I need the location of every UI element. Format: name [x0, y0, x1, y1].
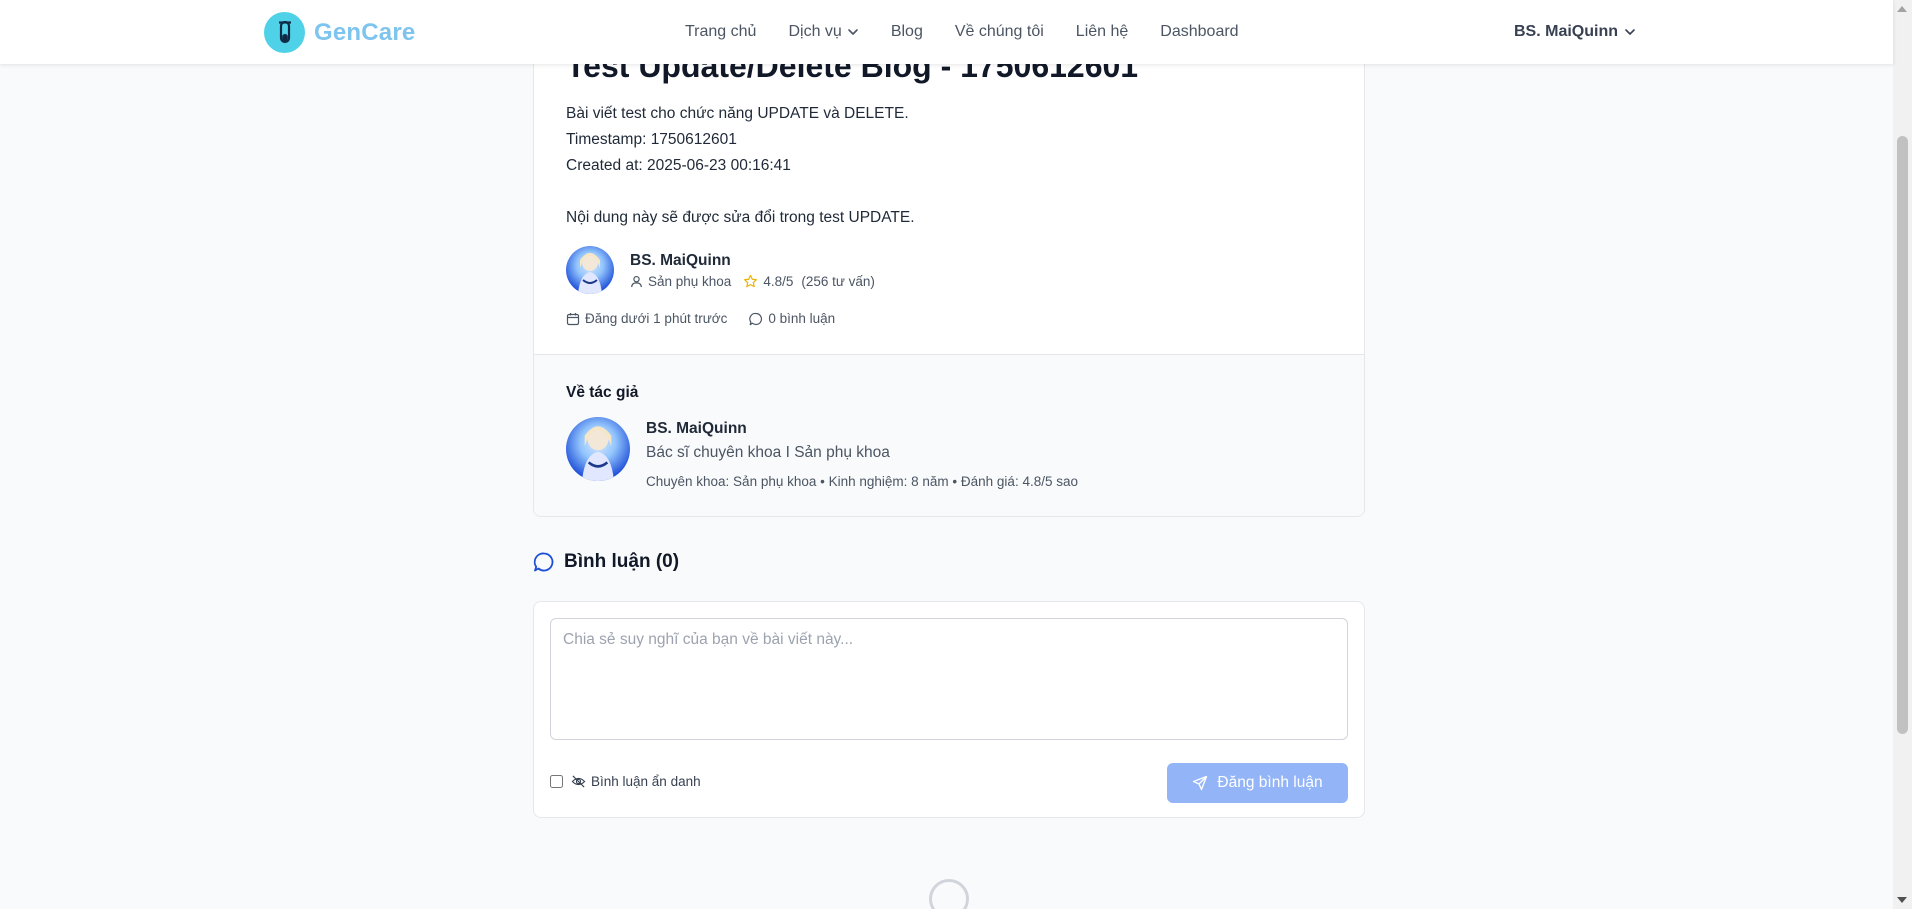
- about-author-info: BS. MaiQuinn Bác sĩ chuyên khoa I Sản ph…: [646, 417, 1078, 489]
- loading-spinner: [929, 879, 969, 909]
- author-avatar[interactable]: [566, 246, 614, 294]
- article-line: Nội dung này sẽ được sửa đổi trong test …: [566, 209, 915, 226]
- about-author-name: BS. MaiQuinn: [646, 420, 747, 437]
- about-author-role: Bác sĩ chuyên khoa I Sản phụ khoa: [646, 444, 890, 461]
- comment-form: Bình luận ẩn danh Đăng bình luận: [533, 601, 1365, 818]
- comments-heading: Bình luận (0): [533, 551, 679, 573]
- author-stats: Sản phụ khoa 4.8/5 (256 tư vấn): [630, 274, 875, 289]
- message-circle-icon: [749, 312, 763, 325]
- nav-item-contact[interactable]: Liên hệ: [1076, 23, 1129, 41]
- post-comment-button[interactable]: Đăng bình luận: [1167, 763, 1348, 803]
- author-consultations: (256 tư vấn): [801, 274, 875, 289]
- message-circle-icon: [533, 552, 554, 572]
- post-date: Đăng dưới 1 phút trước: [566, 311, 727, 326]
- calendar-icon: [566, 312, 580, 325]
- post-comment-label: Đăng bình luận: [1217, 774, 1323, 791]
- author-rating: 4.8/5: [743, 274, 793, 289]
- user-icon: [631, 275, 642, 288]
- user-menu-button[interactable]: BS. MaiQuinn: [1514, 0, 1636, 64]
- author-avatar-large[interactable]: [566, 417, 630, 481]
- author-name[interactable]: BS. MaiQuinn: [630, 251, 875, 271]
- chevron-down-icon: [848, 29, 858, 35]
- about-author-title: Về tác giả: [566, 384, 639, 401]
- scroll-up-arrow-icon[interactable]: [1897, 6, 1907, 12]
- chevron-down-icon: [1625, 29, 1635, 35]
- article-body: Bài viết test cho chức năng UPDATE và DE…: [566, 101, 915, 231]
- nav-item-home[interactable]: Trang chủ: [685, 23, 756, 41]
- comment-textarea[interactable]: [550, 618, 1348, 740]
- anonymous-toggle[interactable]: Bình luận ẩn danh: [550, 774, 701, 789]
- article-line: Bài viết test cho chức năng UPDATE và DE…: [566, 105, 909, 122]
- scroll-down-arrow-icon[interactable]: [1897, 897, 1907, 903]
- nav-item-blog[interactable]: Blog: [891, 23, 923, 41]
- article-line: Created at: 2025-06-23 00:16:41: [566, 157, 791, 174]
- author-specialty: Sản phụ khoa: [648, 274, 732, 289]
- brand-logo-link[interactable]: GenCare: [264, 12, 415, 53]
- nav-item-services-label: Dịch vụ: [788, 23, 842, 40]
- nav-item-services[interactable]: Dịch vụ: [788, 23, 858, 41]
- article-line: Timestamp: 1750612601: [566, 131, 737, 148]
- top-navbar: GenCare Trang chủ Dịch vụ Blog Về chúng …: [0, 0, 1893, 64]
- anonymous-label: Bình luận ẩn danh: [591, 774, 701, 789]
- post-meta: Đăng dưới 1 phút trước 0 bình luận: [566, 311, 835, 326]
- comments-heading-text: Bình luận (0): [564, 551, 680, 572]
- article-card: Test Update/Delete Blog - 1750612601 Bài…: [533, 0, 1365, 517]
- user-menu-name: BS. MaiQuinn: [1514, 23, 1618, 40]
- author-meta: BS. MaiQuinn Sản phụ khoa 4.8/5 (256 tư …: [630, 251, 875, 289]
- scrollbar-thumb[interactable]: [1897, 136, 1908, 734]
- brand-name: GenCare: [314, 18, 416, 46]
- article-author: BS. MaiQuinn Sản phụ khoa 4.8/5 (256 tư …: [566, 246, 875, 294]
- author-rating-value: 4.8/5: [763, 274, 794, 289]
- nav-item-about[interactable]: Về chúng tôi: [955, 23, 1044, 41]
- eye-off-icon: [571, 775, 586, 788]
- about-author-row: BS. MaiQuinn Bác sĩ chuyên khoa I Sản ph…: [566, 417, 1078, 489]
- nav-item-dashboard[interactable]: Dashboard: [1160, 23, 1238, 41]
- page-scrollbar[interactable]: [1893, 0, 1912, 909]
- page: GenCare Trang chủ Dịch vụ Blog Về chúng …: [0, 0, 1912, 909]
- post-comment-count-text: 0 bình luận: [768, 311, 836, 326]
- post-date-text: Đăng dưới 1 phút trước: [585, 311, 728, 326]
- about-author-details: Chuyên khoa: Sản phụ khoa • Kinh nghiệm:…: [646, 474, 1078, 489]
- main-nav: Trang chủ Dịch vụ Blog Về chúng tôi Liên…: [685, 0, 1239, 64]
- star-icon: [744, 274, 758, 288]
- anonymous-checkbox[interactable]: [550, 775, 563, 788]
- post-comment-count[interactable]: 0 bình luận: [749, 311, 835, 326]
- send-icon: [1193, 775, 1208, 791]
- test-tube-icon: [264, 12, 305, 53]
- about-author-section: Về tác giả BS. MaiQuinn Bác sĩ chuyên kh…: [534, 354, 1364, 516]
